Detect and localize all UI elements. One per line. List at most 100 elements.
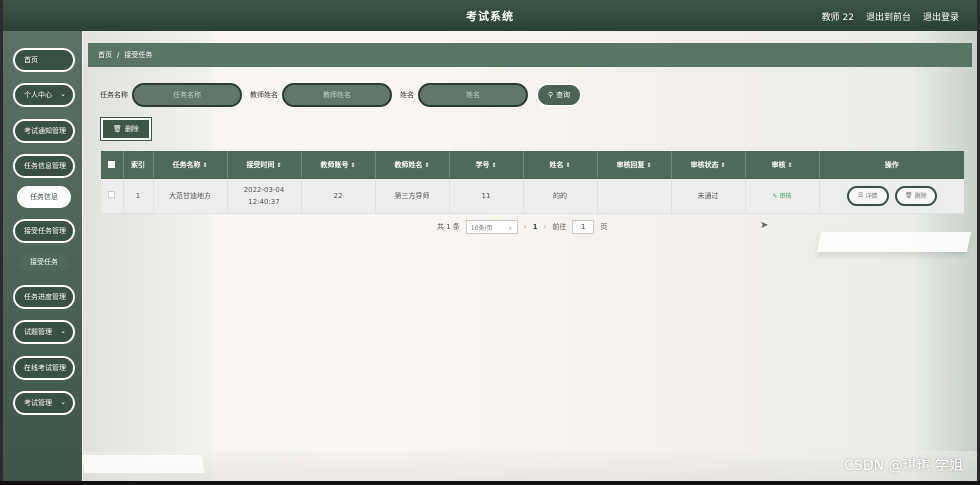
sidebar-item-home[interactable]: 首页 — [13, 48, 75, 72]
row-delete-button-label: 删除 — [914, 193, 927, 201]
column-header-name[interactable]: 姓名 ⇕ — [523, 151, 598, 179]
row-delete-button[interactable]: 🗑 删除 — [894, 185, 937, 206]
cell-accept-time: 2022-03-04 12:40:37 — [227, 179, 302, 214]
audit-link[interactable]: ✎ 审核 — [773, 193, 792, 200]
sidebar-item-accept-task-management[interactable]: 接受任务管理 — [13, 219, 75, 243]
task-name-label: 任务名称 — [100, 91, 128, 99]
sidebar-item-label: 考试管理 — [24, 399, 52, 407]
teacher-name-input[interactable] — [282, 83, 392, 107]
sort-icon: ⇕ — [491, 162, 497, 169]
sort-icon: ⇕ — [202, 162, 208, 169]
cell-audit-status: 未通过 — [671, 179, 746, 214]
column-header-accept-time[interactable]: 接受时间 ⇕ — [227, 151, 302, 179]
cell-index: 1 — [123, 179, 154, 214]
back-to-front-link[interactable]: 退出到前台 — [866, 10, 911, 23]
document-icon: ☰ — [857, 192, 864, 200]
row-checkbox[interactable] — [108, 191, 116, 199]
mouse-cursor-icon: ➤ — [760, 220, 769, 231]
select-all-checkbox[interactable] — [108, 160, 116, 168]
pagination: 共 1 条 10条/页 ⌄ ‹ 1 › 前往 1 页 — [437, 220, 607, 234]
header-actions: 教师 22 退出到前台 退出登录 — [822, 10, 959, 23]
prev-page-icon[interactable]: ‹ — [524, 223, 527, 231]
sidebar-item-personal-center[interactable]: 个人中心 ⌄ — [13, 83, 75, 107]
sort-icon: ⇕ — [276, 162, 282, 169]
table-header-row: 索引 任务名称 ⇕ 接受时间 ⇕ 教师账号 ⇕ 教师姓名 ⇕ 学号 ⇕ 姓名 ⇕ 审核回复 ⇕… — [101, 151, 964, 179]
detail-button[interactable]: ☰ 详情 — [846, 185, 889, 206]
sidebar-item-question-management[interactable]: 试题管理 ⌄ — [13, 320, 75, 344]
sidebar-item-task-info-management[interactable]: 任务信息管理 — [13, 154, 75, 178]
sidebar-item-online-exam[interactable]: 在线考试管理 — [13, 356, 75, 380]
sidebar-item-label: 任务信息 — [30, 193, 58, 201]
app-frame: 考试系统 教师 22 退出到前台 退出登录 首页 个人中心 ⌄ 考试通知管理 任… — [3, 0, 977, 481]
background-wall-right — [917, 30, 977, 481]
batch-delete-button[interactable]: 🗑 删除 — [101, 118, 151, 140]
sidebar-item-label: 接受任务管理 — [24, 227, 66, 235]
trash-icon: 🗑 — [113, 125, 122, 133]
sidebar-item-label: 首页 — [24, 56, 38, 64]
column-header-student-no[interactable]: 学号 ⇕ — [449, 151, 524, 179]
column-header-audit[interactable]: 审核 ⇕ — [745, 151, 820, 179]
background-shelf — [816, 232, 972, 252]
top-header: 考试系统 教师 22 退出到前台 退出登录 — [3, 0, 977, 31]
goto-suffix: 页 — [600, 223, 608, 231]
sidebar-item-exam-notice[interactable]: 考试通知管理 — [13, 119, 75, 143]
teacher-name-label: 教师姓名 — [250, 91, 278, 99]
column-header: 索引 — [123, 151, 154, 179]
sidebar-item-label: 接受任务 — [30, 258, 58, 266]
sidebar-subitem-task-info[interactable]: 任务信息 — [17, 186, 71, 208]
breadcrumb-home[interactable]: 首页 — [98, 50, 112, 60]
sidebar-item-label: 任务进度管理 — [24, 293, 66, 301]
sort-icon: ⇕ — [646, 162, 652, 169]
pagination-total: 共 1 条 — [437, 223, 460, 231]
sidebar: 首页 个人中心 ⌄ 考试通知管理 任务信息管理 任务信息 接受任务管理 接受任务… — [3, 31, 82, 481]
sidebar-item-label: 个人中心 — [24, 91, 52, 99]
sidebar-subitem-accept-task[interactable]: 接受任务 — [19, 253, 69, 271]
sidebar-item-task-progress[interactable]: 任务进度管理 — [13, 285, 75, 309]
column-header-audit-status[interactable]: 审核状态 ⇕ — [671, 151, 746, 179]
breadcrumb-separator: / — [117, 51, 120, 59]
column-header-actions: 操作 — [884, 161, 899, 169]
sort-icon: ⇕ — [720, 162, 726, 169]
sidebar-item-exam-management[interactable]: 考试管理 ⌄ — [13, 391, 75, 415]
page-number[interactable]: 1 — [533, 223, 538, 231]
cell-teacher-account: 22 — [301, 179, 376, 214]
edit-icon: ✎ — [772, 193, 778, 201]
page-size-select[interactable]: 10条/页 ⌄ — [465, 220, 518, 234]
breadcrumb: 首页 / 接受任务 — [88, 43, 972, 67]
cell-audit-reply — [597, 179, 672, 214]
background-floor — [83, 451, 977, 481]
query-button[interactable]: ⚲ 查询 — [536, 83, 582, 107]
cell-teacher-name: 第三方导师 — [375, 179, 450, 214]
sort-icon: ⇕ — [350, 162, 356, 169]
sidebar-item-label: 试题管理 — [24, 328, 52, 336]
chevron-down-icon: ⌄ — [60, 398, 66, 406]
next-page-icon[interactable]: › — [544, 223, 547, 231]
background-shelf-left — [81, 455, 205, 473]
column-header-task-name[interactable]: 任务名称 ⇕ — [153, 151, 228, 179]
bottom-edge — [0, 481, 980, 485]
search-icon: ⚲ — [547, 91, 554, 99]
select-all-cell[interactable] — [101, 151, 124, 179]
chevron-down-icon: ⌄ — [507, 223, 513, 231]
logout-link[interactable]: 退出登录 — [923, 10, 959, 23]
column-header-audit-reply[interactable]: 审核回复 ⇕ — [597, 151, 672, 179]
column-header-teacher-account[interactable]: 教师账号 ⇕ — [301, 151, 376, 179]
name-input[interactable] — [418, 83, 528, 107]
cell-student-no: 11 — [449, 179, 524, 214]
row-select-cell[interactable] — [101, 179, 124, 214]
sidebar-item-label: 考试通知管理 — [24, 127, 66, 135]
goto-prefix: 前往 — [552, 223, 567, 231]
goto-page-input[interactable]: 1 — [572, 220, 595, 234]
search-form: 任务名称 教师姓名 姓名 ⚲ 查询 — [100, 82, 582, 108]
table-row: 1 大范甘迪地方 2022-03-04 12:40:37 22 第三方导师 11… — [101, 179, 964, 214]
detail-button-label: 详情 — [865, 193, 878, 201]
cell-audit: ✎ 审核 — [745, 179, 820, 214]
name-label: 姓名 — [400, 91, 414, 99]
current-user: 教师 22 — [821, 13, 854, 23]
sort-icon: ⇕ — [565, 162, 571, 169]
breadcrumb-current: 接受任务 — [124, 51, 153, 59]
sort-icon: ⇕ — [787, 162, 793, 169]
column-header-teacher-name[interactable]: 教师姓名 ⇕ — [375, 151, 450, 179]
cell-actions: ☰ 详情 🗑 删除 — [819, 179, 964, 214]
task-name-input[interactable] — [132, 83, 242, 107]
